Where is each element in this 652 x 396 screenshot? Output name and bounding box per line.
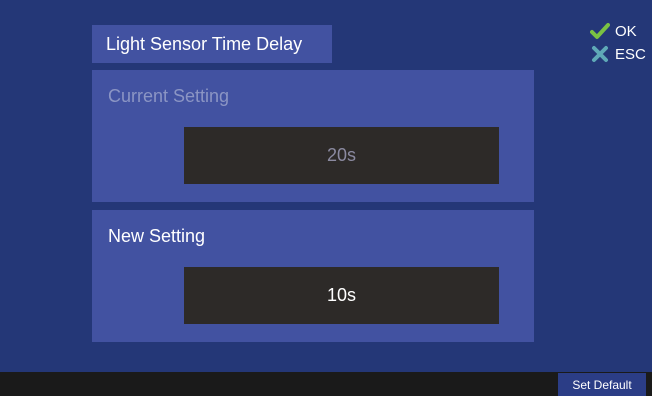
- bottom-bar: Set Default: [0, 372, 652, 396]
- new-setting-panel[interactable]: New Setting 10s: [92, 210, 534, 342]
- esc-key[interactable]: ESC: [590, 45, 646, 63]
- esc-label: ESC: [615, 45, 646, 63]
- page-title-text: Light Sensor Time Delay: [106, 33, 303, 54]
- current-setting-label: Current Setting: [108, 86, 230, 106]
- ok-label: OK: [615, 22, 637, 40]
- page-title: Light Sensor Time Delay: [92, 25, 332, 63]
- close-icon: [590, 45, 610, 63]
- new-setting-value[interactable]: 10s: [184, 267, 499, 324]
- new-setting-label: New Setting: [108, 226, 206, 246]
- current-setting-value: 20s: [184, 127, 499, 184]
- ok-key[interactable]: OK: [590, 22, 637, 40]
- set-default-button[interactable]: Set Default: [558, 373, 646, 396]
- current-setting-panel: Current Setting 20s: [92, 70, 534, 202]
- screen: Light Sensor Time Delay OK ESC Current S…: [0, 0, 652, 396]
- check-icon: [590, 22, 610, 40]
